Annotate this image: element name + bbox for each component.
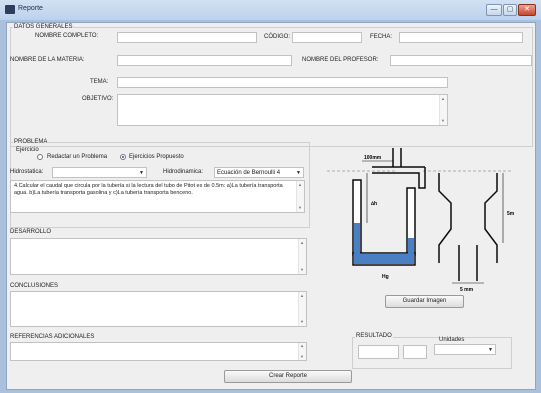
- problema-textarea[interactable]: 4.Calcular el caudal que circula por la …: [10, 180, 305, 213]
- form-client-area: DATOS GENERALES NOMBRE COMPLETO: CÓDIGO:…: [6, 22, 536, 390]
- minimize-button[interactable]: —: [486, 4, 502, 16]
- ejercicio-label: Ejercicio: [16, 147, 39, 153]
- window-title: Reporte: [18, 5, 43, 12]
- conclusiones-label: CONCLUSIONES: [10, 283, 59, 289]
- hidrostatica-label: Hidrostatica:: [10, 169, 44, 175]
- fecha-label: FECHA:: [370, 34, 393, 40]
- unidades-combobox[interactable]: ▼: [434, 344, 496, 355]
- desarrollo-scrollbar[interactable]: ▲ ▼: [298, 239, 306, 274]
- mercury-right: [408, 238, 414, 264]
- guardar-imagen-button[interactable]: Guardar Imagen: [385, 295, 464, 308]
- objetivo-textarea[interactable]: ▲ ▼: [117, 94, 448, 126]
- ejercicios-propuesto-radio[interactable]: [120, 154, 126, 160]
- objetivo-label: OBJETIVO:: [82, 96, 114, 102]
- fecha-input[interactable]: [399, 32, 523, 43]
- problema-scrollbar[interactable]: ▲ ▼: [296, 181, 304, 212]
- codigo-label: CÓDIGO:: [264, 34, 291, 40]
- label-hg: Hg: [382, 274, 389, 280]
- nombre-materia-label: NOMBRE DE LA MATERIA:: [10, 57, 85, 63]
- chevron-down-icon: ▼: [488, 347, 493, 353]
- codigo-input[interactable]: [292, 32, 362, 43]
- mercury-base: [354, 254, 414, 264]
- pipe-elbow: [413, 167, 426, 189]
- referencias-textarea[interactable]: ▲ ▼: [10, 342, 307, 361]
- chevron-down-icon: ▼: [296, 170, 301, 176]
- unidades-label: Unidades: [439, 337, 465, 343]
- objetivo-scrollbar[interactable]: ▲ ▼: [439, 95, 447, 125]
- conclusiones-textarea[interactable]: ▲ ▼: [10, 291, 307, 327]
- pitot-tube-diagram: 100mm ∆h Hg 5m 5 mm: [327, 148, 515, 293]
- label-5m: 5m: [507, 211, 515, 217]
- nombre-materia-input[interactable]: [117, 55, 292, 66]
- resultado-value-input[interactable]: [358, 345, 399, 359]
- referencias-label: REFERENCIAS ADICIONALES: [10, 334, 95, 340]
- problema-text: 4.Calcular el caudal que circula por la …: [14, 183, 283, 196]
- tema-label: TEMA:: [90, 79, 109, 85]
- resultado-exponent-input[interactable]: [403, 345, 427, 359]
- label-100mm: 100mm: [364, 155, 382, 161]
- problema-label: PROBLEMA: [13, 139, 49, 145]
- nombre-profesor-label: NOMBRE DEL PROFESOR:: [302, 57, 379, 63]
- label-delta-h: ∆h: [371, 201, 377, 207]
- desarrollo-textarea[interactable]: ▲ ▼: [10, 238, 307, 275]
- label-5mm: 5 mm: [460, 287, 474, 293]
- tank-walls: [438, 173, 498, 263]
- nombre-completo-input[interactable]: [117, 32, 257, 43]
- hidrostatica-combobox[interactable]: ▼: [52, 167, 147, 178]
- desarrollo-label: DESARROLLO: [10, 229, 52, 235]
- resultado-label: RESULTADO: [355, 333, 393, 339]
- hidrodinamica-label: Hidrodinamica:: [163, 169, 204, 175]
- redactar-problema-radio[interactable]: [37, 154, 43, 160]
- title-bar: Reporte — ▢ ✕: [0, 0, 541, 20]
- app-icon: [5, 5, 15, 14]
- conclusiones-scrollbar[interactable]: ▲ ▼: [298, 292, 306, 326]
- close-button[interactable]: ✕: [518, 4, 536, 16]
- hidrodinamica-value: Ecuación de Bernoulli 4: [217, 170, 281, 176]
- nombre-profesor-input[interactable]: [390, 55, 532, 66]
- datos-generales-label: DATOS GENERALES: [13, 24, 74, 30]
- redactar-problema-label: Redactar un Problema: [47, 154, 108, 160]
- referencias-scrollbar[interactable]: ▲ ▼: [298, 343, 306, 360]
- ejercicios-propuesto-label: Ejercicios Propuesto: [129, 154, 184, 160]
- crear-reporte-button[interactable]: Crear Reporte: [224, 370, 352, 383]
- chevron-down-icon: ▼: [139, 170, 144, 176]
- nombre-completo-label: NOMBRE COMPLETO:: [35, 33, 99, 39]
- maximize-button[interactable]: ▢: [503, 4, 517, 16]
- tema-input[interactable]: [117, 77, 448, 88]
- hidrodinamica-combobox[interactable]: Ecuación de Bernoulli 4 ▼: [214, 167, 304, 178]
